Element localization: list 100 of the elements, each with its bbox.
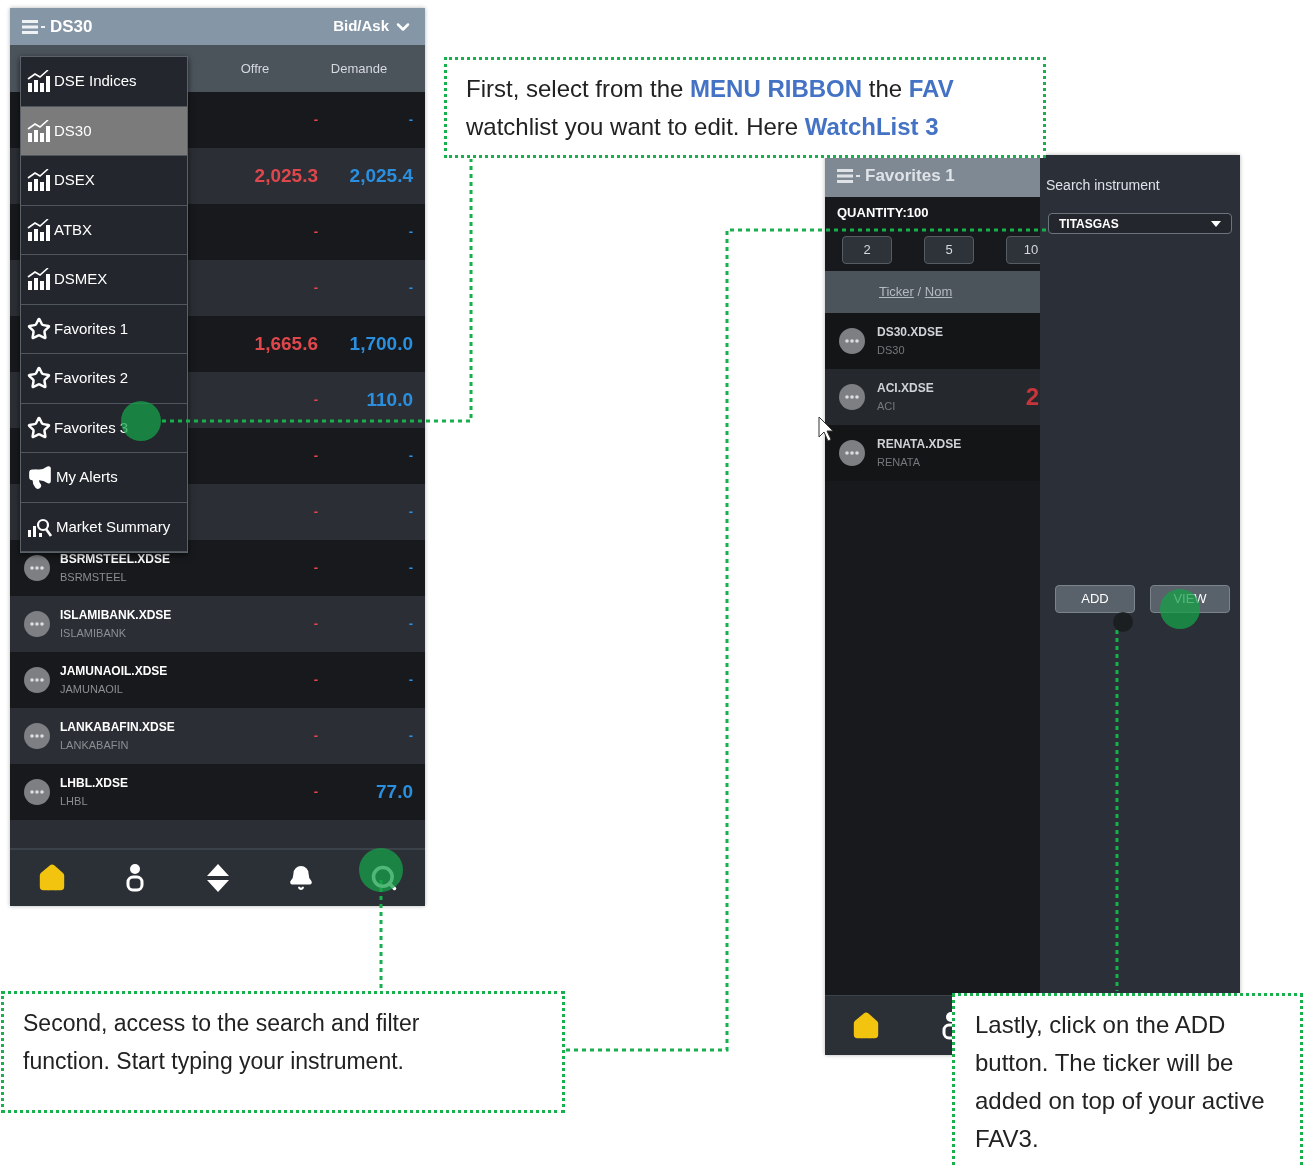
- person-icon[interactable]: [942, 1011, 952, 1040]
- chart-icon: [27, 268, 51, 291]
- star-icon: [27, 316, 51, 341]
- chart-icon: [27, 218, 51, 241]
- demand-price: -: [407, 727, 413, 746]
- menu-item[interactable]: DSMEX: [21, 255, 187, 305]
- demand-price: 1,700.0: [348, 331, 413, 356]
- demand-price: -: [407, 615, 413, 634]
- more-icon[interactable]: [839, 440, 865, 466]
- offer-price: -: [312, 615, 318, 634]
- chart-icon: [27, 70, 51, 93]
- callout-text: Lastly, click on the ADD button. The ticker will be added on top of your active FAV3.: [975, 1010, 1266, 1154]
- quote-row[interactable]: ISLAMIBANK.XDSE ISLAMIBANK - -: [10, 596, 425, 652]
- ticker-symbol: ACI.XDSE: [877, 380, 934, 396]
- ticker-symbol: DS30.XDSE: [877, 324, 944, 340]
- cursor-icon: [818, 416, 834, 442]
- ticker-name: LHBL: [60, 794, 89, 809]
- menu-item[interactable]: Favorites 2: [21, 354, 187, 404]
- offer-price: -: [312, 391, 318, 410]
- watchlist-title: DS30: [50, 15, 93, 38]
- offer-price: -: [312, 503, 318, 522]
- home-icon[interactable]: [851, 1010, 881, 1041]
- chart-search-icon: [27, 516, 53, 537]
- ticker-name: ISLAMIBANK: [60, 626, 128, 641]
- ticker-name: LANKABAFIN: [60, 738, 130, 753]
- menu-item[interactable]: ATBX: [21, 205, 187, 255]
- offer-price: -: [312, 111, 318, 130]
- more-icon[interactable]: [24, 555, 50, 581]
- offer-price: -: [312, 727, 318, 746]
- demand-price: 2,025.4: [348, 163, 413, 188]
- quote-row[interactable]: JAMUNAOIL.XDSE JAMUNAOIL - -: [10, 652, 425, 708]
- menu-item[interactable]: Market Summary: [21, 502, 187, 552]
- demand-price: -: [407, 503, 413, 522]
- menu-icon[interactable]: [837, 169, 861, 183]
- demand-price: 110.0: [365, 387, 413, 412]
- star-icon: [27, 366, 51, 391]
- demand-price: -: [407, 279, 413, 298]
- demand-price: -: [407, 447, 413, 466]
- column-label: Demande: [329, 60, 389, 78]
- offer-price: 2: [1025, 382, 1040, 412]
- quantity-button[interactable]: 5: [924, 236, 974, 264]
- offer-price: -: [312, 671, 318, 690]
- bell-icon[interactable]: [287, 865, 314, 891]
- up-down-icon[interactable]: [206, 864, 229, 892]
- ticker-name: ACI: [877, 399, 897, 414]
- column-label: Offre: [239, 60, 271, 78]
- menu-icon[interactable]: [22, 19, 46, 34]
- offer-price: -: [312, 447, 318, 466]
- menu-item[interactable]: My Alerts: [21, 453, 187, 503]
- quantity-button[interactable]: 2: [842, 236, 892, 264]
- offer-price: 1,665.6: [253, 331, 318, 356]
- ticker-symbol: BSRMSTEEL.XDSE: [60, 551, 170, 567]
- more-icon[interactable]: [24, 723, 50, 749]
- quote-row[interactable]: BSRMSTEEL.XDSE BSRMSTEEL - -: [10, 540, 425, 596]
- instrument-select[interactable]: TITASGAS: [1048, 213, 1232, 234]
- panel-title: Search instrument: [1046, 176, 1161, 195]
- demand-price: 77.0: [375, 779, 413, 804]
- more-icon[interactable]: [24, 779, 50, 805]
- menu-item[interactable]: DSE Indices: [21, 57, 187, 107]
- ticker-symbol: JAMUNAOIL.XDSE: [60, 663, 168, 679]
- panel-button[interactable]: ADD: [1055, 585, 1135, 613]
- demand-price: -: [407, 559, 413, 578]
- quote-row[interactable]: LANKABAFIN.XDSE LANKABAFIN - -: [10, 708, 425, 764]
- ticker-name: DS30: [877, 343, 906, 358]
- offer-price: -: [312, 783, 318, 802]
- person-icon[interactable]: [125, 864, 144, 892]
- ticker-symbol: LANKABAFIN.XDSE: [60, 719, 175, 735]
- more-icon[interactable]: [24, 667, 50, 693]
- ticker-symbol: RENATA.XDSE: [877, 436, 962, 452]
- star-icon: [27, 415, 51, 440]
- more-icon[interactable]: [839, 328, 865, 354]
- quote-row[interactable]: RENATA.XDSE RENATA: [825, 425, 1040, 481]
- menu-item[interactable]: Favorites 1: [21, 304, 187, 354]
- quantity-button[interactable]: 10: [1006, 236, 1040, 264]
- ticker-name: JAMUNAOIL: [60, 682, 124, 697]
- menu-item[interactable]: DSEX: [21, 156, 187, 206]
- ticker-symbol: LHBL.XDSE: [60, 775, 128, 791]
- offer-price: 2,025.3: [253, 163, 318, 188]
- more-icon[interactable]: [839, 384, 865, 410]
- column-label: Ticker / Nom: [879, 283, 953, 302]
- callout-text: First, select from the MENU RIBBON the FAV watchlist you want to edit. Here WatchList 3: [466, 74, 955, 142]
- tap-marker: [121, 401, 161, 441]
- quote-row[interactable]: DS30.XDSE DS30: [825, 313, 1040, 369]
- chart-icon: [27, 169, 51, 192]
- offer-price: -: [312, 559, 318, 578]
- caret-icon: [1211, 220, 1221, 227]
- quote-row[interactable]: ACI.XDSE ACI 2: [825, 369, 1040, 425]
- more-icon[interactable]: [24, 611, 50, 637]
- demand-price: -: [407, 671, 413, 690]
- offer-price: -: [312, 279, 318, 298]
- quantity-label: QUANTITY:100: [837, 204, 929, 223]
- menu-item[interactable]: DS30: [21, 106, 187, 156]
- tap-shadow: [1113, 612, 1133, 632]
- watchlist-title: Favorites 1: [865, 165, 955, 188]
- ticker-name: BSRMSTEEL: [60, 570, 128, 585]
- demand-price: -: [407, 111, 413, 130]
- callout-text: Second, access to the search and filter function. Start typing your instrument.: [23, 1009, 421, 1076]
- ticker-symbol: ISLAMIBANK.XDSE: [60, 607, 172, 623]
- quote-row[interactable]: LHBL.XDSE LHBL - 77.0: [10, 764, 425, 820]
- ticker-name: RENATA: [877, 455, 921, 470]
